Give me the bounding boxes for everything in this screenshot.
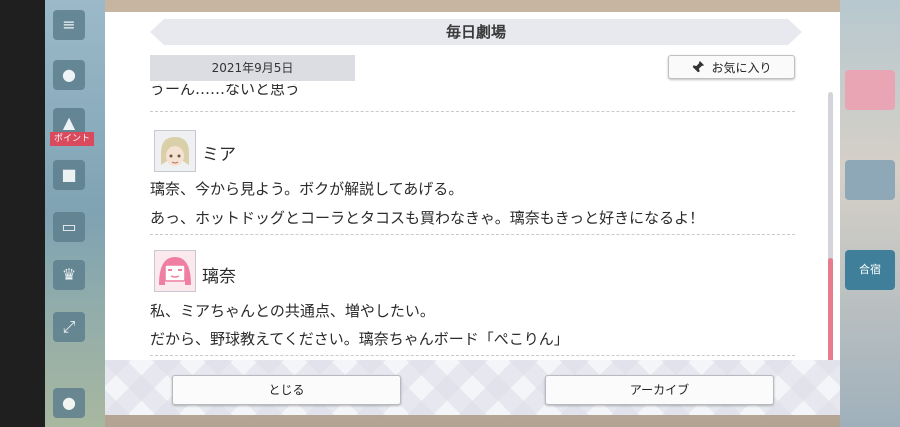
camp-tile[interactable]: 合宿 xyxy=(845,250,895,290)
right-tile-blue[interactable] xyxy=(845,160,895,200)
dialogue-line: だから、野球教えてください。璃奈ちゃんボード「ぺこりん」 xyxy=(150,330,569,348)
pin-icon xyxy=(692,60,705,74)
profile-icon[interactable]: ● xyxy=(53,388,85,418)
separator xyxy=(150,111,795,112)
menu-icon[interactable]: ≡ xyxy=(53,10,85,40)
dialogue-line: あっ、ホットドッグとコーラとタコスも買わなきゃ。璃奈もきっと好きになるよ！ xyxy=(150,209,705,227)
points-badge: ポイント xyxy=(50,132,94,146)
right-menu-strip xyxy=(840,0,900,427)
rina-avatar xyxy=(154,250,196,292)
dialogue-line: 私、ミアちゃんとの共通点、増やしたい。 xyxy=(150,302,435,320)
separator xyxy=(150,234,795,235)
trophy-icon[interactable]: ♛ xyxy=(53,260,85,290)
favorite-label: お気に入り xyxy=(711,60,772,75)
separator xyxy=(150,355,795,356)
gift-icon[interactable]: ■ xyxy=(53,160,85,190)
chat-icon[interactable]: ● xyxy=(53,60,85,90)
expand-icon[interactable]: ⤢ xyxy=(53,312,85,342)
dialog-title: 毎日劇場 xyxy=(445,23,506,41)
dialogue-line: 璃奈、今から見よう。ボクが解説してあげる。 xyxy=(150,180,464,198)
speaker-name: 璃奈 xyxy=(202,267,236,287)
archive-button[interactable]: アーカイブ xyxy=(545,375,774,405)
mia-avatar xyxy=(154,130,196,172)
monitor-icon[interactable]: ▭ xyxy=(53,212,85,242)
favorite-button[interactable]: お気に入り xyxy=(668,55,795,79)
mia-face-icon xyxy=(155,131,195,171)
screen-edge xyxy=(0,0,45,427)
speaker-name: ミア xyxy=(202,145,236,165)
right-tile-pink[interactable] xyxy=(845,70,895,110)
close-button[interactable]: とじる xyxy=(172,375,401,405)
partial-dialogue-line: うーん……ないと思う xyxy=(150,84,301,98)
date-label: 2021年9月5日 xyxy=(150,55,355,81)
scrollbar-thumb[interactable] xyxy=(828,258,833,367)
conversation-scroll-area[interactable]: うーん……ないと思う ミア 璃奈、今から見よう。ボクが解説してあげる。 あっ、ホ… xyxy=(150,84,795,364)
rina-face-icon xyxy=(155,251,195,291)
